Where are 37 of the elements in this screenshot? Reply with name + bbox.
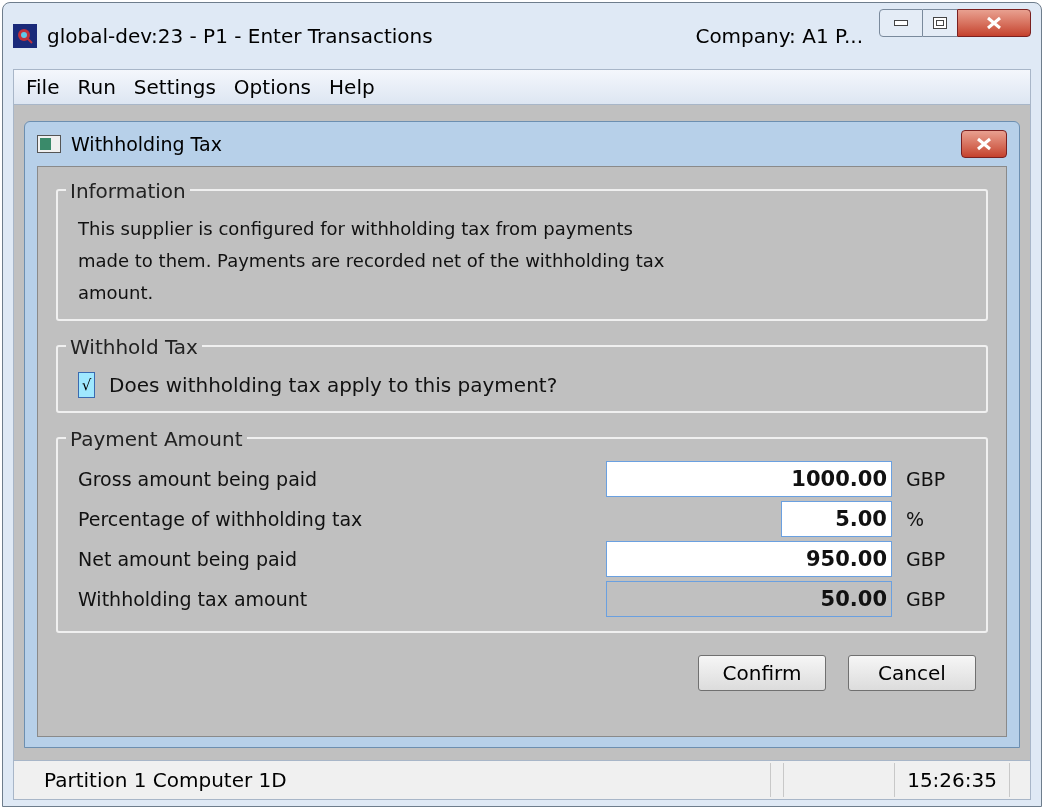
menu-item[interactable]: Run <box>77 72 116 102</box>
amount-field[interactable]: 5.00 <box>781 501 892 537</box>
menu-item[interactable]: Help <box>329 72 375 102</box>
checkbox[interactable]: √ <box>78 372 95 398</box>
field-label: Net amount being paid <box>78 546 297 572</box>
close-button[interactable] <box>961 130 1007 158</box>
minimize-icon <box>894 20 908 26</box>
field-label: Percentage of withholding tax <box>78 506 363 532</box>
info-text: This supplier is configured for withholding tax from payments made to them. Payments are recorded net of the withholding tax amount. <box>78 217 666 305</box>
field-label: Withholding tax amount <box>78 586 308 612</box>
app-icon <box>13 24 37 48</box>
menu-item[interactable]: Options <box>233 72 312 102</box>
close-icon <box>986 16 1002 30</box>
checkbox-label: Does withholding tax apply to this payment? <box>109 372 558 399</box>
window-title: global-dev:23 - P1 - Enter Transactions <box>47 23 433 50</box>
dialog-button[interactable]: Confirm <box>698 655 826 691</box>
dialog-icon <box>37 135 61 153</box>
amount-field[interactable]: 50.00 <box>606 581 892 617</box>
maximize-button[interactable] <box>923 9 957 37</box>
amount-field[interactable]: 1000.00 <box>606 461 892 497</box>
close-icon <box>976 137 992 151</box>
close-button[interactable] <box>957 9 1031 37</box>
unit-label: GBP <box>906 546 947 572</box>
unit-label: GBP <box>906 586 947 612</box>
unit-label: % <box>906 506 926 532</box>
menu-item[interactable]: Settings <box>133 72 216 102</box>
unit-label: GBP <box>906 466 947 492</box>
status-text: Partition 1 Computer 1D <box>43 767 288 794</box>
maximize-icon <box>933 17 947 29</box>
amount-field[interactable]: 950.00 <box>606 541 892 577</box>
minimize-button[interactable] <box>879 9 923 37</box>
dialog-title: Withholding Tax <box>71 131 222 157</box>
menu-item[interactable]: File <box>26 72 60 102</box>
status-time: 15:26:35 <box>907 767 998 794</box>
company-label: Company: A1 P... <box>695 23 863 50</box>
dialog-button[interactable]: Cancel <box>848 655 976 691</box>
field-label: Gross amount being paid <box>78 466 318 492</box>
